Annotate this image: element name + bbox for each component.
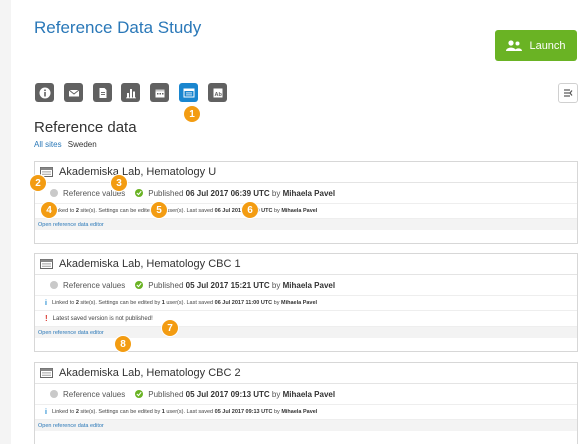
callout-badge: 7 [162,320,178,336]
reference-data-card: Akademiska Lab, Hematology CBC 1 Referen… [34,253,578,352]
study-page: Reference Data Study Launch Ab Reference… [11,0,587,444]
status-dot-icon [50,390,58,398]
lab-data-icon [40,259,53,269]
info-icon[interactable] [35,83,54,102]
reference-values-label: Reference values [63,389,126,399]
unpublished-warning: ! Latest saved version is not published! [35,311,577,327]
open-editor-link[interactable]: Open reference data editor [35,327,577,338]
callout-badge: 2 [30,175,46,191]
published-label: Published [148,188,184,198]
published-check-icon [135,189,144,197]
card-header: Akademiska Lab, Hematology CBC 1 [35,254,577,275]
users-icon [506,39,523,51]
open-editor-link[interactable]: Open reference data editor [35,420,577,431]
status-row: Reference values Published 05 Jul 2017 0… [35,384,577,405]
text-block-icon[interactable]: Ab [208,83,227,102]
published-date: 05 Jul 2017 09:13 UTC [185,389,270,399]
callout-badge: 3 [111,175,127,191]
lab-data-icon [40,368,53,378]
published-author: Mihaela Pavel [282,188,336,198]
status-dot-icon [50,281,58,289]
status-dot-icon [50,189,58,197]
published-check-icon [135,390,144,398]
info-row: i Linked to 2 site(s). Settings can be e… [35,296,577,311]
mail-icon[interactable] [64,83,83,102]
card-title: Akademiska Lab, Hematology CBC 1 [59,258,241,270]
by-label: by [271,280,281,290]
callout-badge: 6 [242,202,258,218]
document-icon[interactable] [93,83,112,102]
callout-badge: 5 [151,202,167,218]
published-check-icon [135,281,144,289]
published-author: Mihaela Pavel [282,280,336,290]
launch-label: Launch [529,39,566,52]
card-title: Akademiska Lab, Hematology U [59,166,217,178]
info-icon: i [45,408,47,416]
filter-country[interactable]: Sweden [68,140,97,149]
section-title: Reference data [34,119,137,136]
hide-panel-button[interactable] [558,83,578,103]
info-row: i Linked to 2 site(s). Settings can be e… [35,204,577,219]
reference-values-label: Reference values [63,280,126,290]
reference-data-icon[interactable] [179,83,198,102]
study-title: Reference Data Study [34,18,202,37]
published-author: Mihaela Pavel [282,389,336,399]
by-label: by [271,188,281,198]
callout-badge: 4 [41,202,57,218]
callout-badge: 8 [115,336,131,352]
callout-badge: 1 [184,106,200,122]
warning-text: Latest saved version is not published! [52,315,153,322]
published-label: Published [148,389,184,399]
published-date: 05 Jul 2017 15:21 UTC [185,280,270,290]
filter-all-sites-link[interactable]: All sites [34,140,62,149]
bar-chart-icon[interactable] [121,83,140,102]
reference-data-card: Akademiska Lab, Hematology CBC 2 Referen… [34,362,578,444]
card-header: Akademiska Lab, Hematology CBC 2 [35,363,577,384]
reference-data-card: Akademiska Lab, Hematology U Reference v… [34,161,578,244]
calendar-icon[interactable] [150,83,169,102]
svg-text:Ab: Ab [214,91,222,97]
info-icon: i [45,299,47,307]
warning-icon: ! [45,314,48,323]
card-title: Akademiska Lab, Hematology CBC 2 [59,367,241,379]
by-label: by [271,389,281,399]
hide-panel-icon [564,89,573,97]
open-editor-link[interactable]: Open reference data editor [35,219,577,230]
status-row: Reference values Published 05 Jul 2017 1… [35,275,577,296]
site-filter: All sites Sweden [34,140,97,149]
published-date: 06 Jul 2017 06:39 UTC [185,188,270,198]
info-row: i Linked to 2 site(s). Settings can be e… [35,405,577,420]
launch-button[interactable]: Launch [495,30,577,61]
published-label: Published [148,280,184,290]
